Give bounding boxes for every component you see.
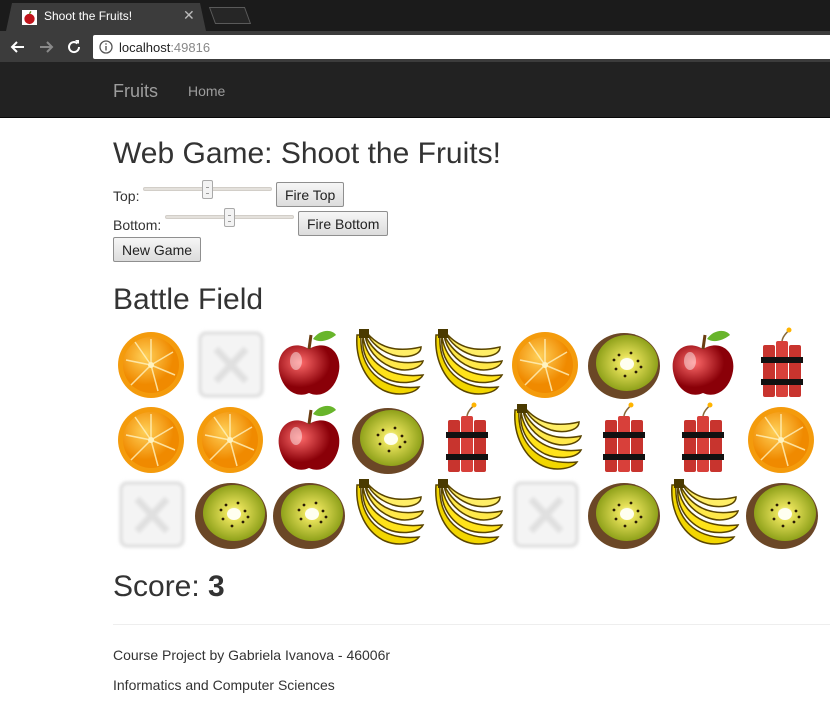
url-text: localhost:49816 bbox=[119, 40, 210, 55]
battlefield-kiwi-icon[interactable] bbox=[743, 477, 821, 552]
browser-toolbar: localhost:49816 bbox=[0, 31, 830, 62]
battlefield-orange-icon[interactable] bbox=[507, 327, 585, 402]
fire-bottom-button[interactable]: Fire Bottom bbox=[298, 211, 389, 236]
site-navbar: Fruits Home bbox=[0, 62, 830, 118]
battlefield-kiwi-icon[interactable] bbox=[192, 477, 270, 552]
bottom-label: Bottom: bbox=[113, 217, 162, 233]
back-arrow-icon[interactable] bbox=[8, 37, 28, 57]
battlefield-kiwi-icon[interactable] bbox=[585, 327, 663, 402]
battlefield-kiwi-icon[interactable] bbox=[585, 477, 663, 552]
nav-link-home[interactable]: Home bbox=[188, 83, 225, 99]
top-slider-thumb[interactable] bbox=[202, 180, 213, 199]
battlefield-empty-cell[interactable] bbox=[192, 327, 270, 402]
battlefield-empty-cell[interactable] bbox=[113, 477, 191, 552]
new-tab-button[interactable] bbox=[208, 7, 252, 24]
score: Score: 3 bbox=[113, 570, 225, 604]
page-title: Web Game: Shoot the Fruits! bbox=[113, 137, 501, 170]
info-icon[interactable] bbox=[99, 40, 113, 54]
bottom-slider-thumb[interactable] bbox=[224, 208, 235, 227]
browser-tabstrip: Shoot the Fruits! ✕ bbox=[0, 0, 830, 31]
score-value: 3 bbox=[208, 570, 225, 603]
footer-divider bbox=[113, 624, 830, 625]
battlefield-title: Battle Field bbox=[113, 283, 264, 316]
score-label: Score: bbox=[113, 570, 209, 603]
battlefield-orange-icon[interactable] bbox=[113, 327, 191, 402]
battlefield-banana-icon[interactable] bbox=[349, 477, 427, 552]
address-bar[interactable]: localhost:49816 bbox=[93, 35, 830, 59]
apple-favicon-icon bbox=[22, 10, 37, 25]
battlefield-banana-icon[interactable] bbox=[428, 327, 506, 402]
battlefield-kiwi-icon[interactable] bbox=[349, 402, 427, 477]
footer-author: Course Project by Gabriela Ivanova - 460… bbox=[113, 647, 391, 663]
tab-title: Shoot the Fruits! bbox=[44, 9, 133, 23]
top-label: Top: bbox=[113, 188, 140, 204]
battlefield-orange-icon[interactable] bbox=[113, 402, 191, 477]
battlefield-dynamite-icon[interactable] bbox=[664, 402, 742, 477]
battlefield-dynamite-icon[interactable] bbox=[743, 327, 821, 402]
battlefield-banana-icon[interactable] bbox=[349, 327, 427, 402]
battlefield-grid bbox=[113, 327, 830, 552]
fire-top-button[interactable]: Fire Top bbox=[276, 182, 345, 207]
url-port: :49816 bbox=[170, 40, 211, 55]
battlefield-dynamite-icon[interactable] bbox=[428, 402, 506, 477]
battlefield-orange-icon[interactable] bbox=[192, 402, 270, 477]
battlefield-apple-icon[interactable] bbox=[664, 327, 742, 402]
battlefield-apple-icon[interactable] bbox=[270, 327, 348, 402]
battlefield-orange-icon[interactable] bbox=[743, 402, 821, 477]
battlefield-banana-icon[interactable] bbox=[664, 477, 742, 552]
tab-close-icon[interactable]: ✕ bbox=[183, 7, 195, 24]
battlefield-banana-icon[interactable] bbox=[507, 402, 585, 477]
battlefield-banana-icon[interactable] bbox=[428, 477, 506, 552]
forward-arrow-icon[interactable] bbox=[36, 37, 56, 57]
battlefield-kiwi-icon[interactable] bbox=[270, 477, 348, 552]
navbar-brand[interactable]: Fruits bbox=[113, 81, 158, 102]
battlefield-dynamite-icon[interactable] bbox=[585, 402, 663, 477]
reload-icon[interactable] bbox=[64, 37, 84, 57]
battlefield-empty-cell[interactable] bbox=[507, 477, 585, 552]
footer-department: Informatics and Computer Sciences bbox=[113, 677, 335, 693]
url-host: localhost bbox=[119, 40, 171, 55]
top-slider[interactable] bbox=[143, 180, 272, 199]
battlefield-apple-icon[interactable] bbox=[270, 402, 348, 477]
bottom-slider[interactable] bbox=[165, 208, 294, 227]
new-game-button[interactable]: New Game bbox=[113, 237, 202, 262]
